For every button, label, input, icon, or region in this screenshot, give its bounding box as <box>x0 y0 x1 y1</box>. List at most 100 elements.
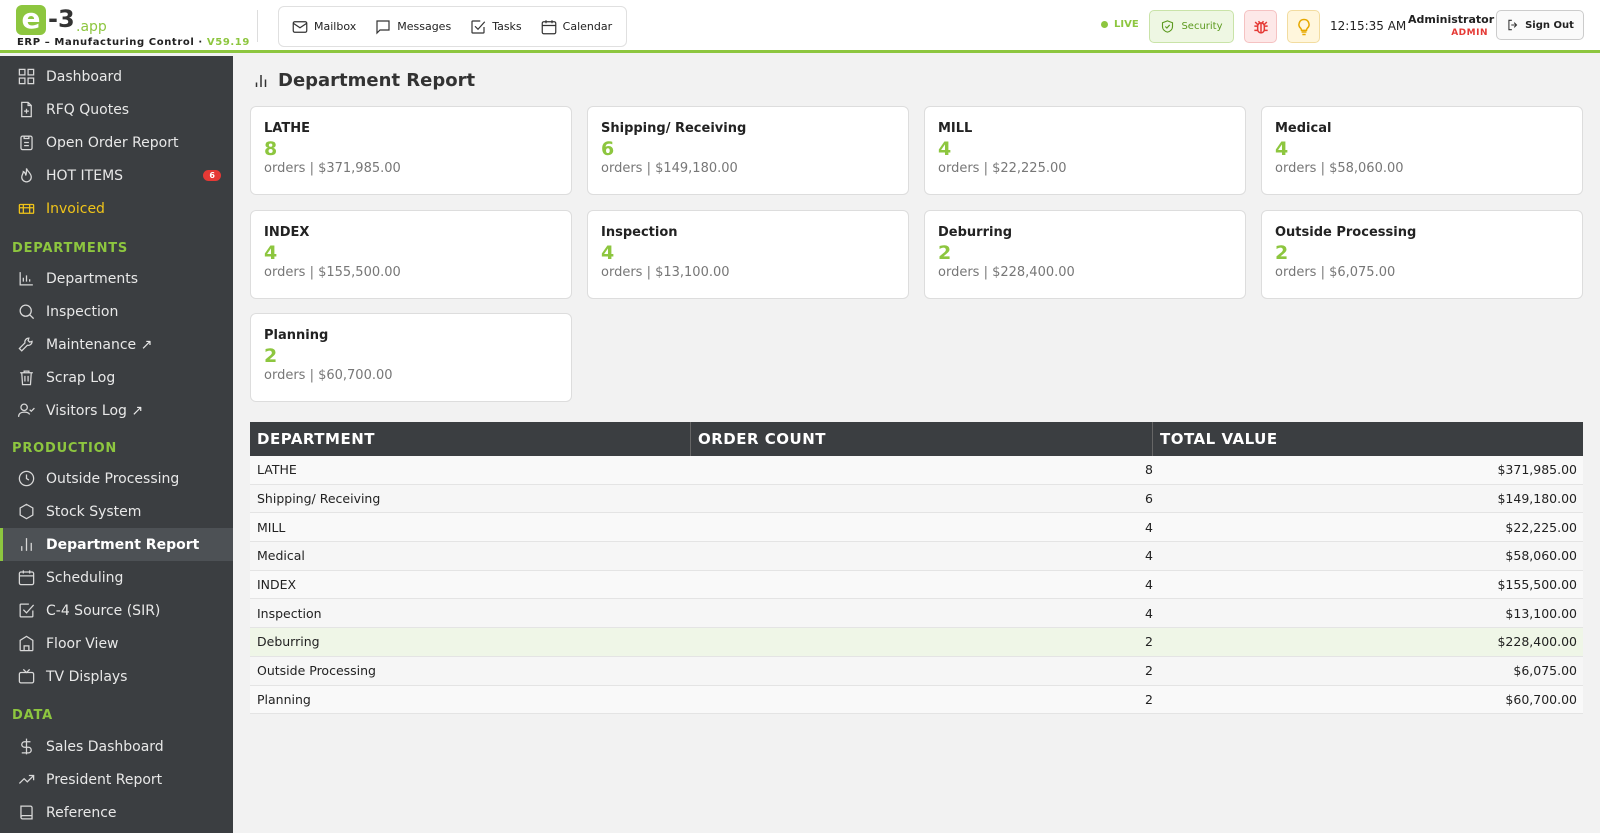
card-count: 4 <box>938 138 952 160</box>
live-indicator: LIVE <box>1101 19 1139 30</box>
card-summary: orders | $228,400.00 <box>938 265 1075 280</box>
grid-icon <box>18 68 35 85</box>
clock-icon <box>18 470 35 487</box>
sidebar-item-departments[interactable]: Departments <box>0 262 233 295</box>
card-summary: orders | $155,500.00 <box>264 265 401 280</box>
dept-card-shipping-receiving[interactable]: Shipping/ Receiving 6 orders | $149,180.… <box>587 106 909 195</box>
sidebar-item-invoiced[interactable]: Invoiced <box>0 192 233 225</box>
sidebar-item-label: Departments <box>46 270 139 287</box>
sign-out-label: Sign Out <box>1525 19 1574 31</box>
sidebar-item-floor-view[interactable]: Floor View <box>0 627 233 660</box>
sidebar-item-c4-source[interactable]: C-4 Source (SIR) <box>0 594 233 627</box>
brand-subtitle: ERP – Manufacturing Control · V59.19 <box>17 37 250 48</box>
nav-messages[interactable]: Messages <box>374 18 451 36</box>
section-production: PRODUCTION <box>12 441 118 456</box>
sidebar-item-president-report[interactable]: President Report <box>0 763 233 796</box>
cell-total-value: $371,985.00 <box>1497 462 1577 478</box>
top-nav: Mailbox Messages Tasks Calendar <box>278 6 627 47</box>
sidebar-item-label: Reference <box>46 804 117 821</box>
shield-icon <box>1162 20 1174 33</box>
card-summary: orders | $22,225.00 <box>938 161 1067 176</box>
bug-report-button[interactable] <box>1244 10 1277 43</box>
card-name: Planning <box>264 328 329 343</box>
card-name: Medical <box>1275 121 1332 136</box>
cell-order-count: 8 <box>1145 462 1153 478</box>
card-name: Outside Processing <box>1275 225 1417 240</box>
bar-chart-icon <box>255 74 267 87</box>
table-row[interactable]: Outside Processing 2 $6,075.00 <box>250 656 1583 686</box>
sidebar-item-scrap-log[interactable]: Scrap Log <box>0 361 233 394</box>
card-summary: orders | $371,985.00 <box>264 161 401 176</box>
calendar-icon <box>541 19 557 34</box>
idea-button[interactable] <box>1287 10 1320 43</box>
ticket-icon <box>18 203 35 214</box>
nav-mailbox[interactable]: Mailbox <box>291 18 356 36</box>
cell-department: Medical <box>257 548 305 564</box>
sidebar-item-label: HOT ITEMS <box>46 167 124 184</box>
sidebar-item-dashboard[interactable]: Dashboard <box>0 60 233 93</box>
card-count: 2 <box>1275 242 1289 264</box>
sidebar-item-department-report[interactable]: Department Report <box>0 528 233 561</box>
dept-card-outside-processing[interactable]: Outside Processing 2 orders | $6,075.00 <box>1261 210 1583 299</box>
sidebar-item-label: Outside Processing <box>46 470 180 487</box>
nav-tasks[interactable]: Tasks <box>469 18 522 36</box>
sidebar-item-label: Invoiced <box>46 200 105 217</box>
hot-items-badge: 6 <box>203 170 221 181</box>
column-header-department[interactable]: DEPARTMENT <box>250 422 691 456</box>
sidebar-item-label: TV Displays <box>46 668 128 685</box>
dept-card-planning[interactable]: Planning 2 orders | $60,700.00 <box>250 313 572 402</box>
table-row[interactable]: INDEX 4 $155,500.00 <box>250 570 1583 600</box>
brand-logo[interactable]: e -3 .app ERP – Manufacturing Control · … <box>16 5 249 51</box>
sidebar-item-tv-displays[interactable]: TV Displays <box>0 660 233 693</box>
header-divider <box>257 10 258 42</box>
sidebar-item-outside-processing[interactable]: Outside Processing <box>0 462 233 495</box>
sidebar-item-label: Scrap Log <box>46 369 116 386</box>
table-row[interactable]: LATHE 8 $371,985.00 <box>250 456 1583 485</box>
sign-out-button[interactable]: Sign Out <box>1496 10 1584 40</box>
book-icon <box>20 805 33 820</box>
card-name: Deburring <box>938 225 1013 240</box>
security-button[interactable]: Security <box>1149 10 1234 43</box>
sidebar-item-label: President Report <box>46 771 163 788</box>
top-header: e -3 .app ERP – Manufacturing Control · … <box>0 0 1600 53</box>
table-header: DEPARTMENT ORDER COUNT TOTAL VALUE <box>250 422 1583 456</box>
nav-calendar[interactable]: Calendar <box>540 18 612 36</box>
sidebar-item-hot-items[interactable]: HOT ITEMS 6 <box>0 159 233 192</box>
page-title-text: Department Report <box>278 70 476 91</box>
cell-department: Planning <box>257 691 311 707</box>
lightbulb-icon <box>1297 18 1310 35</box>
dept-card-lathe[interactable]: LATHE 8 orders | $371,985.00 <box>250 106 572 195</box>
dept-card-mill[interactable]: MILL 4 orders | $22,225.00 <box>924 106 1246 195</box>
page-title: Department Report <box>252 70 475 91</box>
dept-card-index[interactable]: INDEX 4 orders | $155,500.00 <box>250 210 572 299</box>
section-data: DATA <box>12 708 53 723</box>
table-row[interactable]: Inspection 4 $13,100.00 <box>250 599 1583 629</box>
dept-card-medical[interactable]: Medical 4 orders | $58,060.00 <box>1261 106 1583 195</box>
table-row[interactable]: Deburring 2 $228,400.00 <box>250 628 1583 657</box>
card-name: Shipping/ Receiving <box>601 121 747 136</box>
cell-department: LATHE <box>257 462 297 478</box>
table-row[interactable]: MILL 4 $22,225.00 <box>250 513 1583 543</box>
table-row[interactable]: Planning 2 $60,700.00 <box>250 685 1583 715</box>
calendar-icon <box>18 570 35 586</box>
sidebar-item-stock-system[interactable]: Stock System <box>0 495 233 528</box>
sidebar-item-reference[interactable]: Reference <box>0 796 233 829</box>
sidebar-item-rfq-quotes[interactable]: RFQ Quotes <box>0 93 233 126</box>
sidebar-item-maintenance[interactable]: Maintenance ↗ <box>0 328 233 361</box>
dept-card-deburring[interactable]: Deburring 2 orders | $228,400.00 <box>924 210 1246 299</box>
cell-total-value: $13,100.00 <box>1505 605 1577 621</box>
sidebar-item-sales-dashboard[interactable]: Sales Dashboard <box>0 730 233 763</box>
dept-card-inspection[interactable]: Inspection 4 orders | $13,100.00 <box>587 210 909 299</box>
column-header-total-value[interactable]: TOTAL VALUE <box>1153 422 1583 456</box>
card-count: 4 <box>601 242 615 264</box>
column-header-order-count[interactable]: ORDER COUNT <box>691 422 1153 456</box>
sidebar-item-inspection[interactable]: Inspection <box>0 295 233 328</box>
table-row[interactable]: Shipping/ Receiving 6 $149,180.00 <box>250 484 1583 514</box>
sidebar-item-scheduling[interactable]: Scheduling <box>0 561 233 594</box>
sidebar-item-visitors-log[interactable]: Visitors Log ↗ <box>0 394 233 427</box>
tv-icon <box>18 668 35 684</box>
sidebar-item-open-order-report[interactable]: Open Order Report <box>0 126 233 159</box>
card-count: 2 <box>938 242 952 264</box>
card-name: MILL <box>938 121 973 136</box>
table-row[interactable]: Medical 4 $58,060.00 <box>250 542 1583 571</box>
